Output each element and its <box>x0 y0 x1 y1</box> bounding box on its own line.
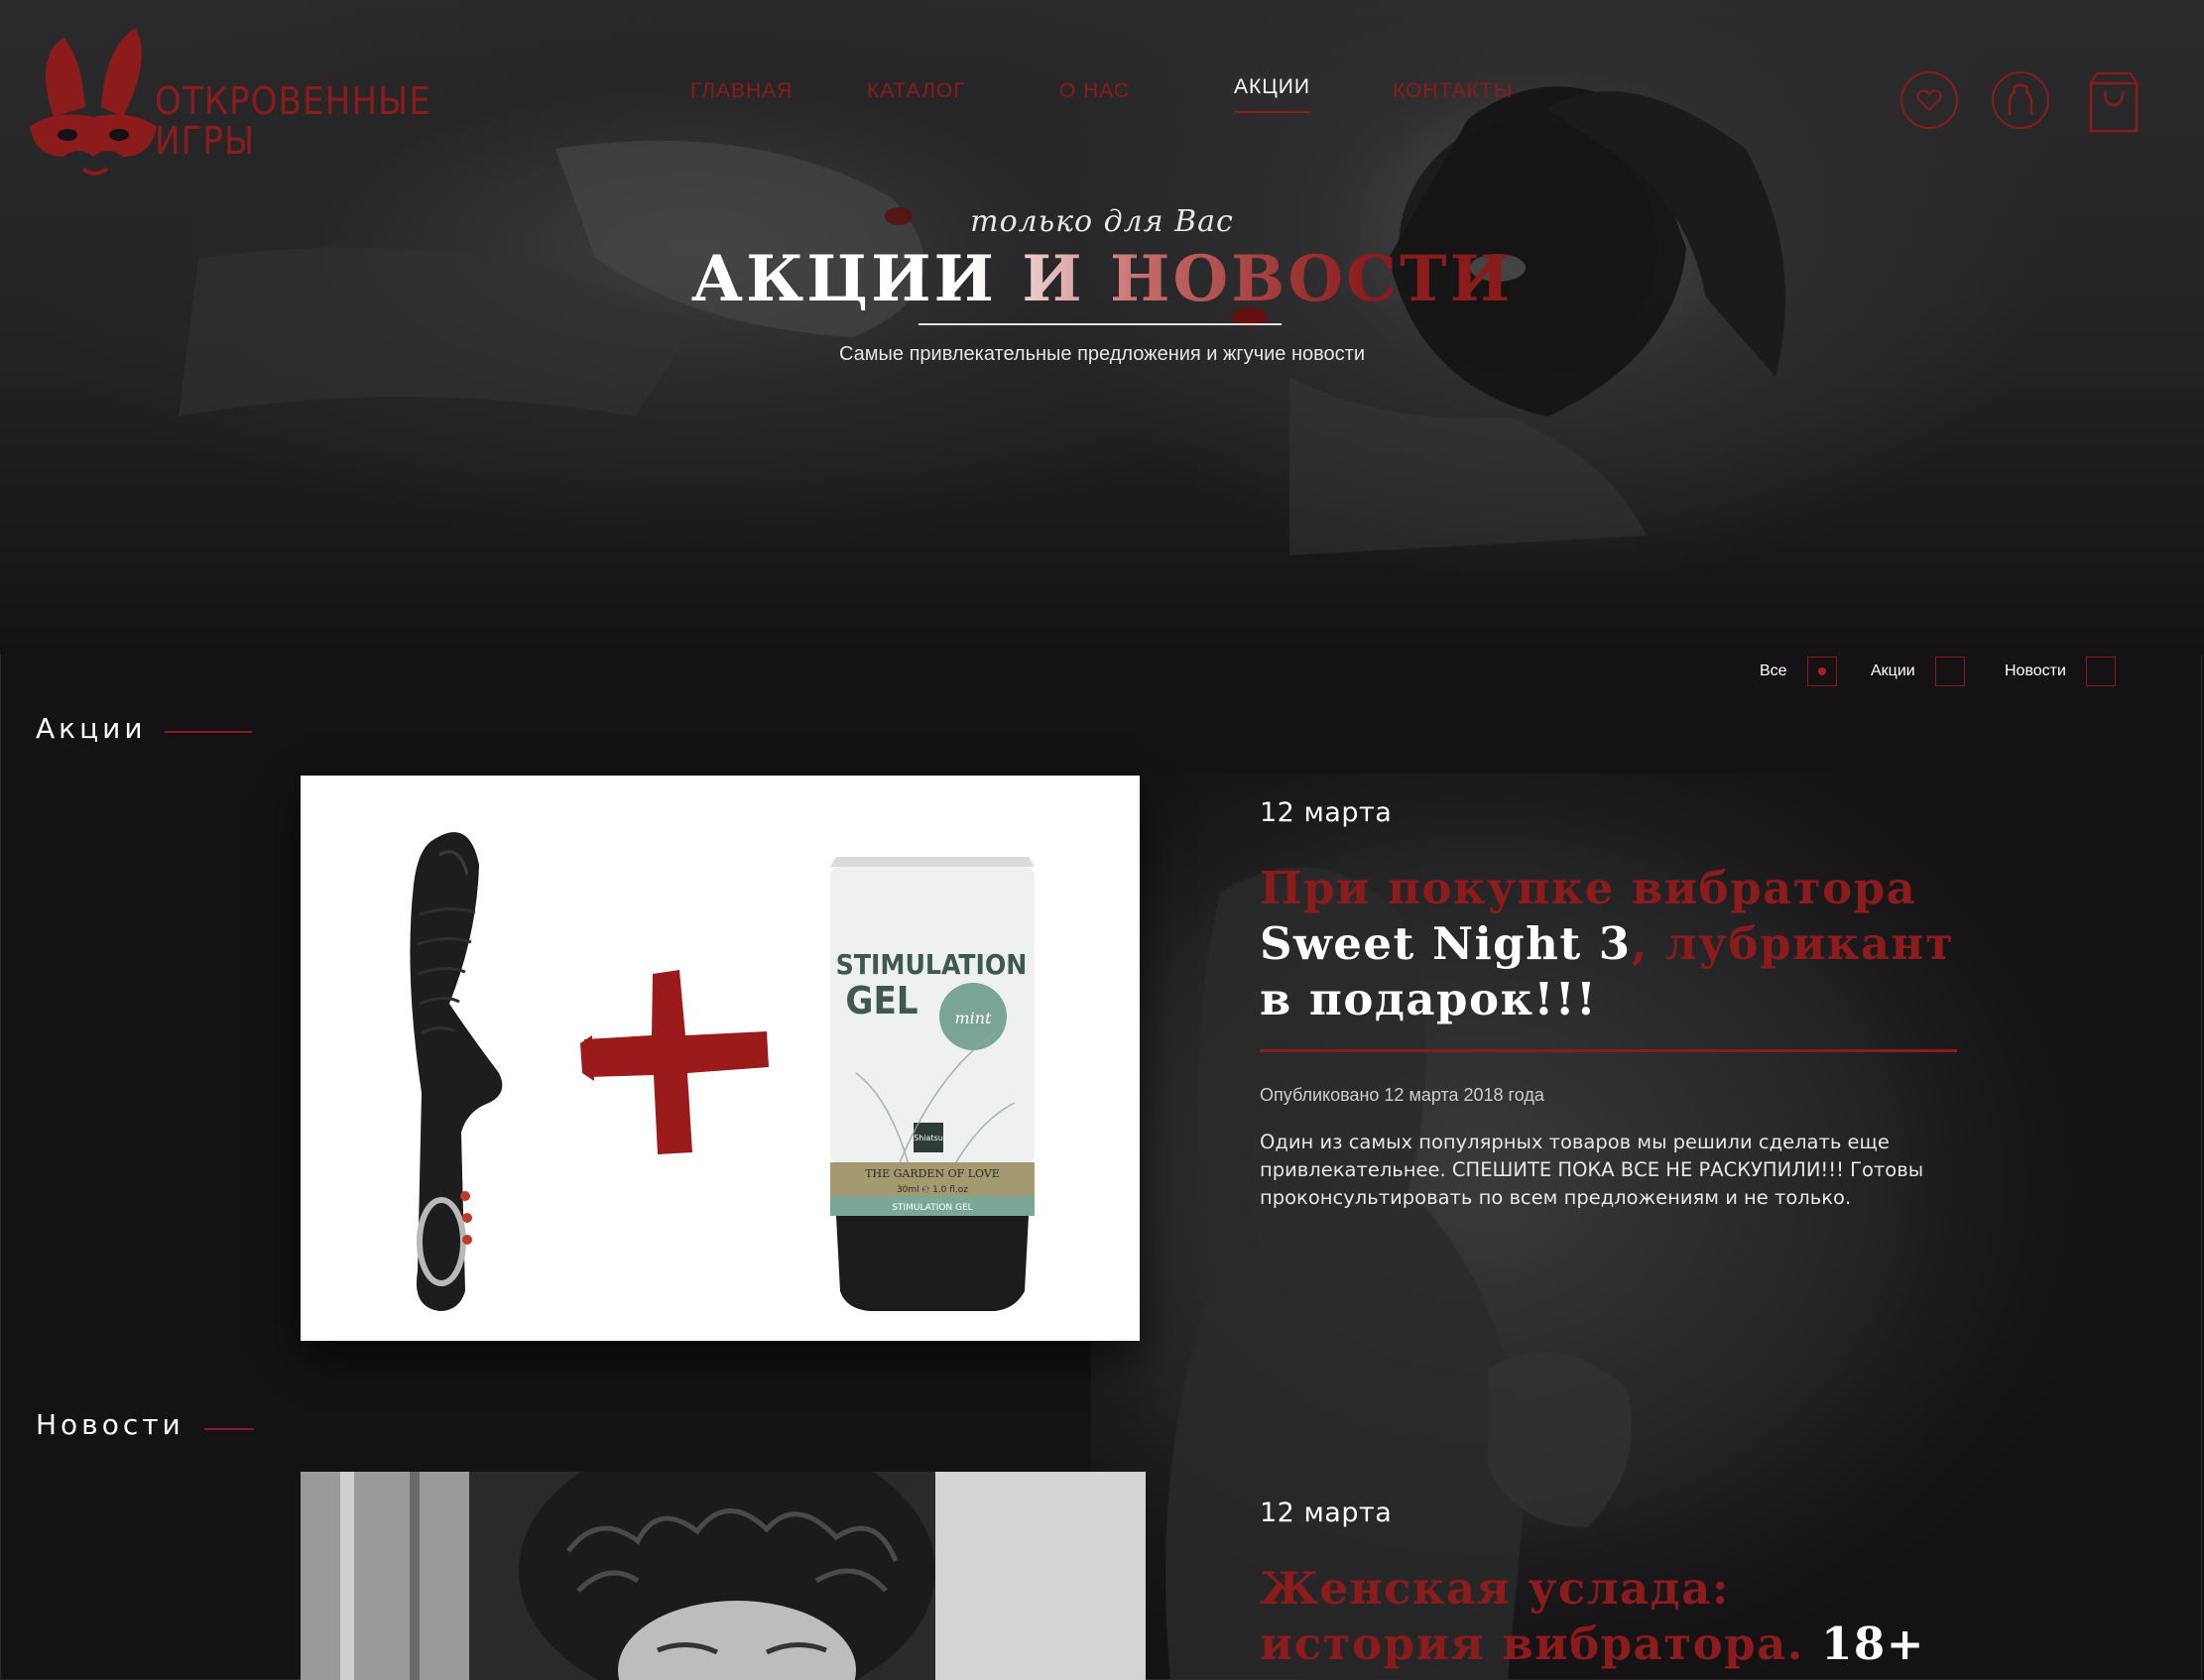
heart-icon <box>1916 89 1942 112</box>
svg-text:Shiatsu: Shiatsu <box>914 1134 943 1142</box>
news-title-part-1: Женская услада: <box>1260 1562 1730 1615</box>
filter-news[interactable]: Новости <box>2005 657 2116 686</box>
promo-published: Опубликовано 12 марта 2018 года <box>1260 1085 1544 1105</box>
section-line-promotions <box>165 731 252 733</box>
svg-text:STIMULATION GEL: STIMULATION GEL <box>892 1203 972 1213</box>
filter-promotions-checkbox[interactable] <box>1934 657 1965 686</box>
news-age-badge: 18+ <box>1821 1618 1925 1670</box>
main-nav: ГЛАВНАЯ КАТАЛОГ О НАС АКЦИИ КОНТАКТЫ <box>0 75 2204 129</box>
filter-all-label: Все <box>1760 662 1787 679</box>
filter-all[interactable]: Все <box>1760 657 1837 686</box>
nav-item-catalog[interactable]: КАТАЛОГ <box>867 79 966 103</box>
user-icon <box>2008 83 2033 115</box>
svg-text:mint: mint <box>954 1009 992 1027</box>
nav-item-promotions[interactable]: АКЦИИ <box>1234 75 1310 113</box>
filter-promotions[interactable]: Акции <box>1871 657 1965 686</box>
favorites-button[interactable] <box>1900 71 1958 129</box>
promo-title-part-3: , лубрикант <box>1631 917 1955 970</box>
promo-text: Один из самых популярных товаров мы реши… <box>1260 1131 1924 1209</box>
filter-promotions-label: Акции <box>1871 662 1915 679</box>
filter-all-checkbox[interactable] <box>1806 657 1837 686</box>
shopping-bag-icon[interactable] <box>2089 69 2139 133</box>
news-image[interactable] <box>301 1472 1146 1680</box>
filter-news-label: Новости <box>2005 662 2066 679</box>
filter-selected-dot <box>1817 667 1826 675</box>
page-title: АКЦИИ И НОВОСТИ <box>0 242 2204 316</box>
promo-title-part-4: в подарок!!! <box>1260 973 1598 1025</box>
filter-news-checkbox[interactable] <box>2085 657 2116 686</box>
promo-divider <box>1260 1049 1957 1052</box>
news-date: 12 марта <box>1260 1498 1393 1528</box>
section-line-news <box>204 1428 254 1430</box>
promo-title-product: Sweet Night 3 <box>1260 917 1632 970</box>
account-button[interactable] <box>1992 71 2049 129</box>
promo-product-illustration: STIMULATION GEL mint Shiatsu THE GARDEN … <box>410 832 1035 1311</box>
news-title[interactable]: Женская услада: история вибратора. 18+ <box>1260 1561 1974 1672</box>
promo-image[interactable]: STIMULATION GEL mint Shiatsu THE GARDEN … <box>301 776 1140 1341</box>
section-title-promotions: Акции <box>36 712 147 745</box>
svg-text:30ml ℮ 1.0 fl.oz: 30ml ℮ 1.0 fl.oz <box>897 1185 968 1195</box>
hero-divider <box>918 323 1282 325</box>
news-title-part-2: история вибратора. <box>1260 1618 1804 1670</box>
nav-item-contacts[interactable]: КОНТАКТЫ <box>1393 79 1513 103</box>
hero-description: Самые привлекательные предложения и жгуч… <box>838 343 1366 365</box>
svg-text:GEL: GEL <box>845 979 918 1022</box>
hero-section: ОТКРОВЕННЫЕ ИГРЫ ГЛАВНАЯ КАТАЛОГ О НАС А… <box>0 0 2204 655</box>
nav-item-about[interactable]: О НАС <box>1059 79 1130 103</box>
promo-date: 12 марта <box>1260 797 1393 828</box>
promo-title[interactable]: При покупке вибратора Sweet Night 3, луб… <box>1260 861 1974 1027</box>
svg-text:STIMULATION: STIMULATION <box>836 948 1028 981</box>
section-title-news: Новости <box>36 1408 184 1441</box>
svg-text:THE GARDEN OF LOVE: THE GARDEN OF LOVE <box>865 1167 1000 1180</box>
hero-subtitle: только для Вас <box>970 204 1234 239</box>
news-vintage-portrait <box>301 1472 1146 1680</box>
nav-item-home[interactable]: ГЛАВНАЯ <box>690 79 793 103</box>
promo-title-part-1: При покупке вибратора <box>1260 862 1917 914</box>
